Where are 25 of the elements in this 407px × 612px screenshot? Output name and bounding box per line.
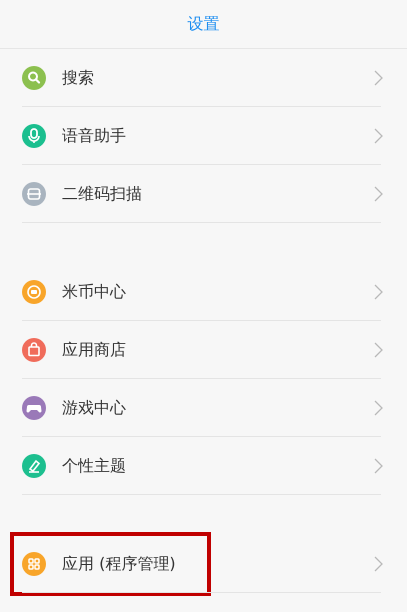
item-label: 米币中心 bbox=[62, 282, 127, 302]
item-label: 游戏中心 bbox=[62, 398, 127, 418]
chevron-icon bbox=[373, 70, 383, 86]
settings-item[interactable]: 搜索 bbox=[0, 49, 407, 107]
chevron-icon bbox=[373, 556, 383, 572]
chevron-icon bbox=[373, 458, 383, 474]
settings-item[interactable]: 个性主题 bbox=[0, 437, 407, 495]
item-label: 个性主题 bbox=[62, 456, 127, 476]
settings-item[interactable]: 语音助手 bbox=[0, 107, 407, 165]
settings-item[interactable]: 应用商店 bbox=[0, 321, 407, 379]
item-label: 应用商店 bbox=[62, 340, 127, 360]
settings-item[interactable]: 游戏中心 bbox=[0, 379, 407, 437]
chevron-icon bbox=[373, 284, 383, 300]
chevron-icon bbox=[373, 186, 383, 202]
settings-item[interactable]: 二维码扫描 bbox=[0, 165, 407, 223]
chevron-icon bbox=[373, 128, 383, 144]
settings-item[interactable]: 应用 (程序管理) bbox=[0, 535, 407, 593]
settings-item[interactable]: 米币中心 bbox=[0, 263, 407, 321]
chevron-icon bbox=[373, 400, 383, 416]
item-label: 搜索 bbox=[62, 68, 95, 88]
item-label: 应用 (程序管理) bbox=[62, 554, 177, 574]
item-label: 二维码扫描 bbox=[62, 184, 143, 204]
page-title: 设置 bbox=[188, 14, 220, 34]
chevron-icon bbox=[373, 342, 383, 358]
item-label: 语音助手 bbox=[62, 126, 127, 146]
